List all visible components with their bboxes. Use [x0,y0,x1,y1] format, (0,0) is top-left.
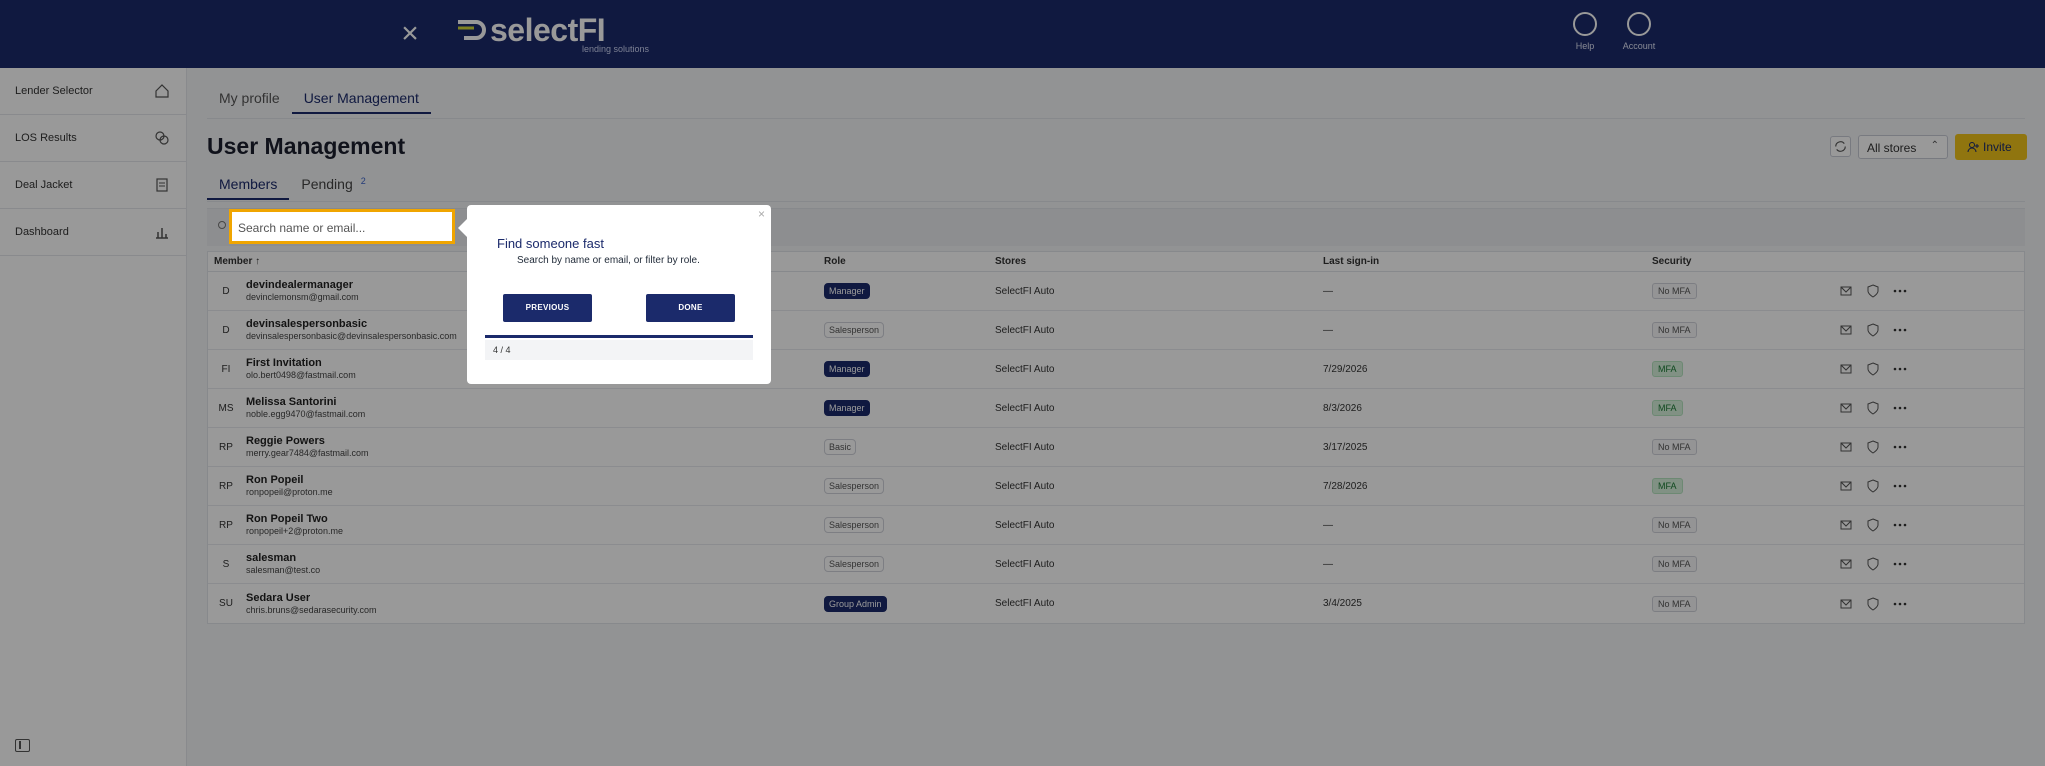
tour-progress-bar [485,335,753,338]
tour-title: Find someone fast [497,236,604,251]
search-placeholder-text: Search name or email... [238,221,366,235]
done-button[interactable]: DONE [646,294,735,322]
tour-overlay [0,0,2045,766]
tour-highlight-search-input[interactable]: Search name or email... [229,209,455,244]
previous-button[interactable]: PREVIOUS [503,294,592,322]
tour-description: Search by name or email, or filter by ro… [517,255,700,266]
tour-popover: × Find someone fast Search by name or em… [458,205,771,384]
tour-step-counter: 4 / 4 [485,340,753,360]
close-icon[interactable]: × [758,207,765,221]
